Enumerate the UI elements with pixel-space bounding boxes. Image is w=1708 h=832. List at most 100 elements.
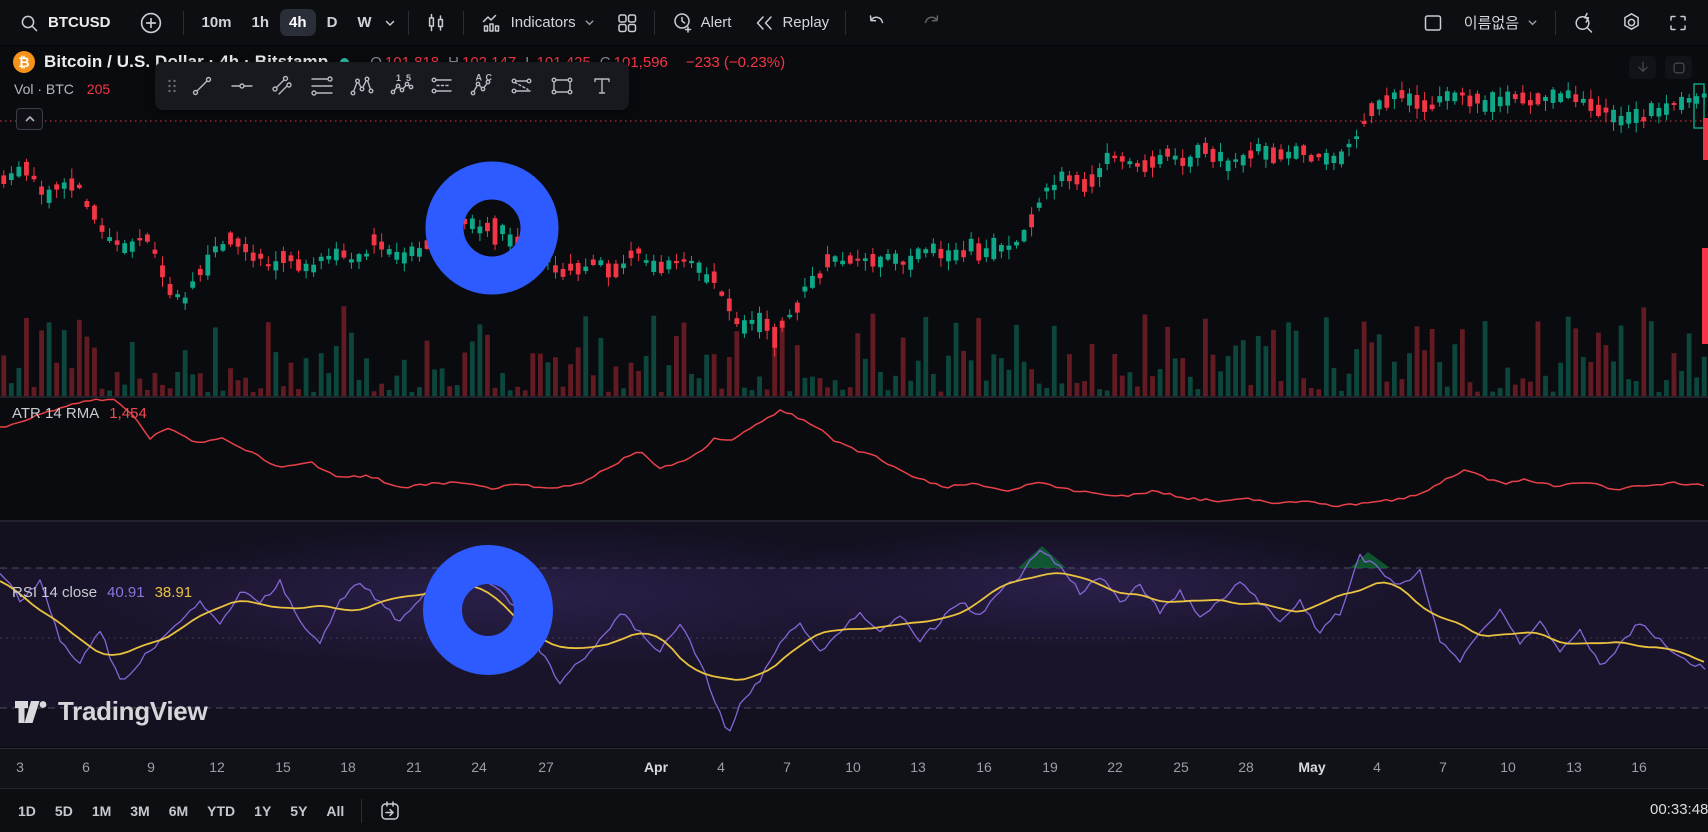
- calendar-arrow-icon: [378, 799, 402, 823]
- date-range-group: 1D5D1M3M6MYTD1Y5YAll: [10, 799, 352, 823]
- svg-text:A: A: [476, 73, 483, 83]
- chart-canvas[interactable]: [0, 45, 1708, 748]
- alert-clock-icon: [671, 11, 694, 34]
- interval-10m[interactable]: 10m: [193, 9, 241, 36]
- xabcd-pattern-tool[interactable]: [343, 66, 381, 106]
- plus-circle-icon: [139, 11, 163, 35]
- redo-button[interactable]: [913, 8, 949, 38]
- time-label: 24: [471, 759, 487, 775]
- settings-button[interactable]: [1613, 7, 1650, 38]
- toolbar-divider: [845, 11, 846, 35]
- grid-icon: [616, 12, 638, 34]
- toolbar-divider: [463, 11, 464, 35]
- toolbar-divider: [1555, 11, 1556, 35]
- alert-button[interactable]: Alert: [664, 7, 739, 38]
- range-All[interactable]: All: [318, 799, 352, 823]
- indicators-button[interactable]: Indicators: [473, 7, 603, 39]
- tradingview-watermark: TradingView: [14, 696, 207, 727]
- go-to-date-button[interactable]: [371, 795, 409, 827]
- chart-type-button[interactable]: [418, 8, 454, 38]
- abcd-pattern-tool[interactable]: AC: [463, 66, 501, 106]
- time-label: 7: [783, 759, 791, 775]
- range-1D[interactable]: 1D: [10, 799, 44, 823]
- save-layout-button[interactable]: [1415, 8, 1451, 38]
- chart-region: ₿ Bitcoin / U.S. Dollar · 4h · Bitstamp …: [0, 45, 1708, 748]
- bitcoin-logo-icon: ₿: [13, 51, 35, 73]
- time-label: 16: [976, 759, 992, 775]
- interval-D[interactable]: D: [318, 9, 347, 36]
- long-position-tool[interactable]: [423, 66, 461, 106]
- time-label: 19: [1042, 759, 1058, 775]
- time-label: 7: [1439, 759, 1447, 775]
- indicators-icon: [480, 11, 504, 35]
- interval-1h[interactable]: 1h: [243, 9, 279, 36]
- svg-text:5: 5: [406, 73, 411, 83]
- maximize-pane-button[interactable]: [1665, 56, 1692, 79]
- horizontal-line-tool[interactable]: [223, 66, 261, 106]
- add-symbol-button[interactable]: [132, 7, 170, 39]
- time-label: 13: [1566, 759, 1582, 775]
- drag-handle[interactable]: [163, 66, 181, 106]
- fib-retracement-tool[interactable]: [303, 66, 341, 106]
- time-label: 13: [910, 759, 926, 775]
- undo-icon: [866, 12, 888, 34]
- rsi-indicator-legend[interactable]: RSI 14 close40.9138.91: [12, 584, 192, 601]
- undo-button[interactable]: [859, 8, 895, 38]
- scroll-to-recent-button[interactable]: [1629, 56, 1656, 79]
- parallel-channel-tool[interactable]: [263, 66, 301, 106]
- atr-label: ATR 14 RMA: [12, 405, 99, 422]
- quick-search-lightning-icon: [1572, 11, 1596, 35]
- square-icon: [1670, 59, 1688, 77]
- range-6M[interactable]: 6M: [161, 799, 196, 823]
- interval-4h[interactable]: 4h: [280, 9, 316, 36]
- toolbar-divider: [654, 11, 655, 35]
- interval-menu-button[interactable]: [381, 12, 399, 34]
- bar-close-countdown: 00:33:48: [1650, 801, 1708, 818]
- fullscreen-button[interactable]: [1660, 8, 1696, 38]
- time-label: 16: [1631, 759, 1647, 775]
- trend-line-tool[interactable]: [183, 66, 221, 106]
- replay-button[interactable]: Replay: [746, 8, 836, 38]
- elliott-wave-tool[interactable]: 15: [383, 66, 421, 106]
- range-5D[interactable]: 5D: [47, 799, 81, 823]
- rectangle-tool[interactable]: [543, 66, 581, 106]
- layout-name: 이름없음: [1464, 12, 1519, 33]
- range-1M[interactable]: 1M: [84, 799, 119, 823]
- time-label: 4: [1373, 759, 1381, 775]
- chevron-up-icon: [24, 113, 36, 125]
- indicators-label: Indicators: [511, 14, 576, 31]
- time-axis[interactable]: 369121518212427Apr4710131619222528May471…: [0, 748, 1708, 789]
- gear-icon: [1620, 11, 1643, 34]
- replay-rewind-icon: [753, 12, 775, 34]
- chevron-down-icon: [383, 16, 397, 30]
- arrow-down-icon: [1634, 59, 1652, 77]
- interval-W[interactable]: W: [348, 9, 380, 36]
- range-3M[interactable]: 3M: [122, 799, 157, 823]
- text-tool[interactable]: [583, 66, 621, 106]
- atr-line: [0, 399, 1704, 506]
- range-5Y[interactable]: 5Y: [282, 799, 315, 823]
- range-1Y[interactable]: 1Y: [246, 799, 279, 823]
- toolbar-divider: [408, 11, 409, 35]
- layout-name-button[interactable]: 이름없음: [1457, 8, 1546, 37]
- tradingview-logo-icon: [14, 699, 48, 725]
- symbol-search-button[interactable]: BTCUSD: [12, 9, 118, 37]
- time-label: 12: [209, 759, 225, 775]
- collapse-pane-button[interactable]: [16, 108, 43, 130]
- time-label: 6: [82, 759, 90, 775]
- range-YTD[interactable]: YTD: [199, 799, 243, 823]
- replay-label: Replay: [782, 14, 829, 31]
- layouts-grid-button[interactable]: [609, 8, 645, 38]
- candles-icon: [425, 12, 447, 34]
- time-label: 18: [340, 759, 356, 775]
- time-label: 9: [147, 759, 155, 775]
- volume-label: Vol · BTC: [14, 81, 74, 97]
- interval-group: 10m1h4hDW: [193, 9, 381, 36]
- rsi-value: 40.91: [107, 584, 145, 601]
- atr-indicator-legend[interactable]: ATR 14 RMA1,454: [12, 405, 147, 422]
- time-label: 10: [1500, 759, 1516, 775]
- projection-tool[interactable]: [503, 66, 541, 106]
- search-icon: [19, 13, 39, 33]
- volume-row[interactable]: Vol · BTC 205: [14, 81, 110, 97]
- quick-search-button[interactable]: [1565, 7, 1603, 39]
